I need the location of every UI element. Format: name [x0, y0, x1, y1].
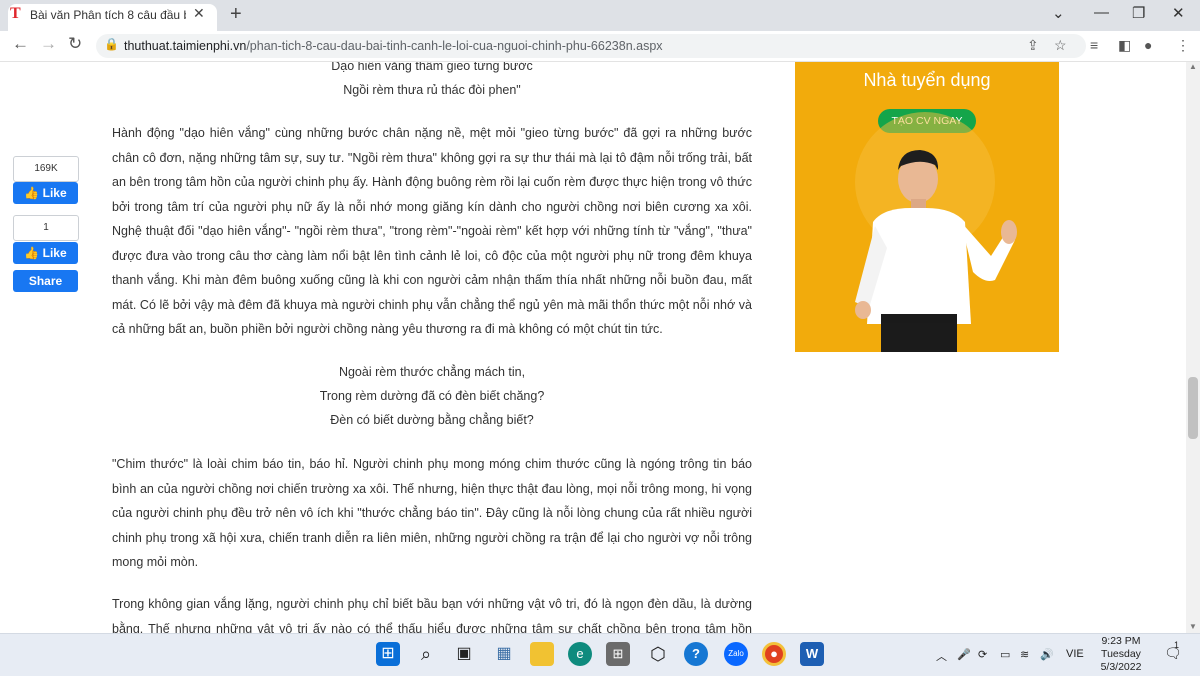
volume-icon[interactable]: 🔊	[1040, 648, 1054, 661]
facebook-share-button[interactable]: Share	[13, 270, 78, 292]
input-language[interactable]: VIE	[1066, 648, 1084, 660]
thumbs-up-icon: 👍	[24, 186, 40, 200]
facebook-like-button[interactable]: 👍 Like	[13, 242, 78, 264]
page-scrollbar[interactable]	[1186, 62, 1200, 633]
clock-time: 9:23 PM	[1101, 635, 1141, 647]
url-text[interactable]: thuthuat.taimienphi.vn/phan-tich-8-cau-d…	[124, 39, 663, 53]
tab-title[interactable]: Bài văn Phân tích 8 câu đầu bài T	[30, 8, 186, 22]
reading-list-icon[interactable]: ≡	[1090, 37, 1098, 53]
ad-person-illustration	[855, 112, 1017, 352]
wifi-icon[interactable]: ≋	[1020, 648, 1029, 661]
word-icon[interactable]: W	[800, 642, 824, 666]
chrome-icon[interactable]: ●	[762, 642, 786, 666]
article-paragraph: Trong không gian vắng lặng, người chinh …	[112, 597, 752, 633]
like-count: 169K	[13, 156, 79, 182]
like-label: Like	[42, 186, 67, 200]
recruitment-ad[interactable]: Nhà tuyển dụng TẠO CV NGAY	[795, 62, 1059, 352]
bookmark-star-icon[interactable]: ☆	[1054, 37, 1067, 54]
poem-line: Trong rèm dường đã có đèn biết chăng?	[319, 389, 545, 403]
lock-icon[interactable]: 🔒	[104, 37, 119, 51]
minimize-button[interactable]: —	[1094, 4, 1109, 21]
restore-button[interactable]: ❐	[1132, 4, 1145, 22]
reload-button[interactable]: ↻	[68, 34, 82, 54]
facebook-like-button[interactable]: 👍 Like	[13, 182, 78, 204]
widgets-icon[interactable]: ▦	[492, 642, 516, 666]
favicon-icon: T	[10, 5, 21, 22]
page-content: Dạo hiên vắng thầm gieo từng bước Ngồi r…	[0, 62, 1186, 633]
notification-count: 1	[1174, 640, 1180, 650]
search-icon[interactable]: ⌕	[414, 642, 438, 666]
scrollbar-thumb[interactable]	[1188, 377, 1198, 439]
start-menu-icon[interactable]: ⊞	[376, 642, 400, 666]
url-domain: thuthuat.taimienphi.vn	[124, 39, 247, 53]
like-label: Like	[42, 246, 67, 260]
back-button[interactable]: ←	[12, 34, 29, 54]
clock[interactable]: 9:23 PM Tuesday 5/3/2022	[1096, 635, 1146, 674]
scroll-up-arrow-icon[interactable]: ▲	[1189, 62, 1197, 71]
task-view-icon[interactable]: ▣	[452, 642, 476, 666]
profile-avatar-icon[interactable]: ●	[1144, 37, 1152, 53]
app-shell-icon[interactable]: ⬡	[646, 642, 670, 666]
sync-icon[interactable]: ⟳	[978, 648, 987, 661]
article-paragraph: "Chim thước" là loài chim báo tin, báo h…	[112, 457, 752, 569]
url-path: /phan-tich-8-cau-dau-bai-tinh-canh-le-lo…	[246, 39, 663, 53]
poem-line: Ngoài rèm thước chẳng mách tin,	[338, 365, 526, 379]
store-icon[interactable]: ⊞	[606, 642, 630, 666]
clock-date: 5/3/2022	[1100, 661, 1142, 673]
window-close-button[interactable]: ✕	[1172, 4, 1185, 22]
file-explorer-icon[interactable]	[530, 642, 554, 666]
poem-line: Đèn có biết dường bằng chẳng biết?	[330, 413, 534, 427]
browser-menu-icon[interactable]: ⋮	[1176, 37, 1190, 54]
like-count: 1	[13, 215, 79, 241]
show-hidden-icons-icon[interactable]: ︿	[936, 648, 947, 664]
zalo-icon[interactable]: Zalo	[724, 642, 748, 666]
share-icon[interactable]: ⇪	[1027, 37, 1039, 54]
tab-search-icon[interactable]: ⌄	[1052, 4, 1065, 22]
help-icon[interactable]: ?	[684, 642, 708, 666]
poem-line: Ngồi rèm thưa rủ thác đòi phen"	[343, 83, 521, 97]
microphone-icon[interactable]: 🎤	[957, 648, 971, 661]
thumbs-up-icon: 👍	[24, 246, 40, 260]
new-tab-button[interactable]: +	[230, 3, 242, 26]
scroll-down-arrow-icon[interactable]: ▼	[1189, 622, 1197, 631]
clock-day: Tuesday	[1101, 648, 1141, 660]
edge-browser-icon[interactable]: e	[568, 642, 592, 666]
forward-button[interactable]: →	[40, 34, 57, 54]
article-paragraph: Hành động "dạo hiên vắng" cùng những bướ…	[112, 126, 752, 336]
battery-icon[interactable]: ▭	[1000, 648, 1010, 661]
poem-line: Dạo hiên vắng thầm gieo từng bước	[331, 62, 533, 73]
notification-icon[interactable]: 🗨	[1164, 645, 1182, 662]
close-tab-icon[interactable]: ✕	[193, 5, 205, 22]
side-panel-icon[interactable]: ◧	[1118, 37, 1131, 54]
